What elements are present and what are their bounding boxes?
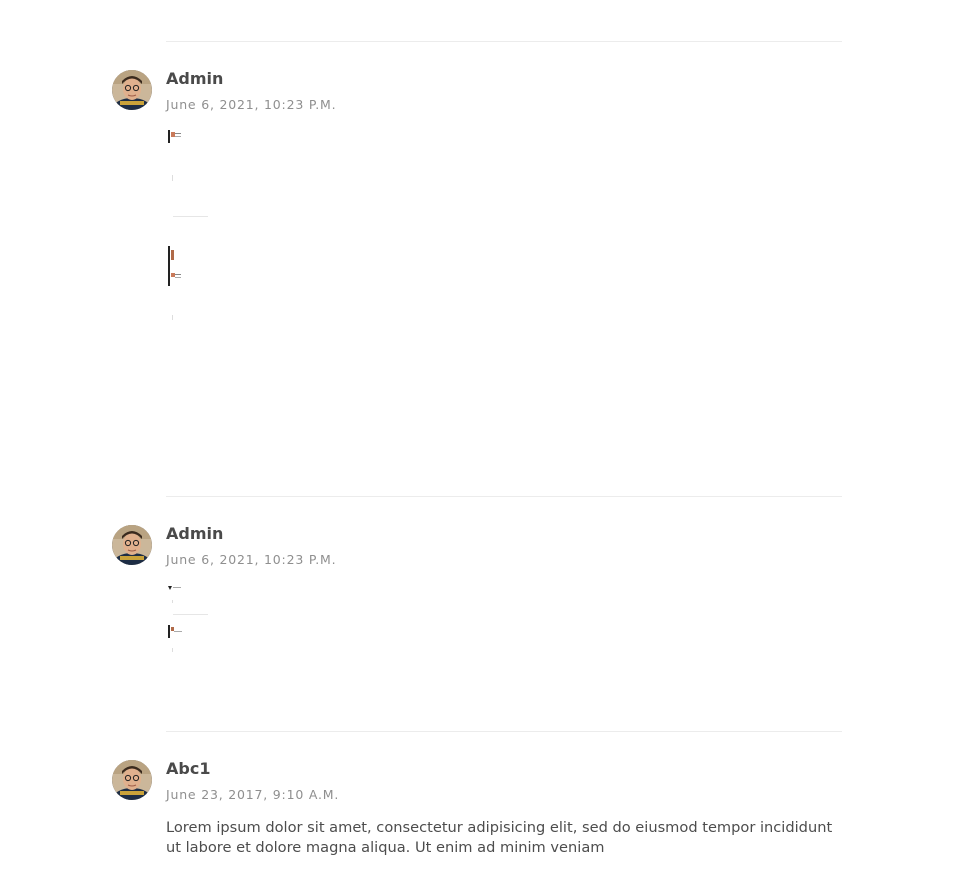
comment-date: June 23, 2017, 9:10 A.M. <box>166 787 340 802</box>
comment-divider <box>166 41 842 42</box>
comment-author[interactable]: Admin <box>166 525 223 543</box>
broken-image-icon <box>168 586 208 652</box>
person-avatar-icon <box>112 70 152 110</box>
person-avatar-icon <box>112 525 152 565</box>
comment-item: Admin June 6, 2021, 10:23 P.M. <box>112 525 842 725</box>
comment-date: June 6, 2021, 10:23 P.M. <box>166 552 337 567</box>
comment-item: Admin June 6, 2021, 10:23 P.M. <box>112 70 842 490</box>
comment-item: Abc1 June 23, 2017, 9:10 A.M. Lorem ipsu… <box>112 760 842 870</box>
comment-author[interactable]: Abc1 <box>166 760 210 778</box>
comment-date: June 6, 2021, 10:23 P.M. <box>166 97 337 112</box>
comment-embedded-content <box>168 130 218 334</box>
comment-divider <box>166 731 842 732</box>
avatar[interactable] <box>112 525 152 565</box>
comment-embedded-content <box>168 585 218 669</box>
comment-author[interactable]: Admin <box>166 70 223 88</box>
avatar[interactable] <box>112 760 152 800</box>
person-avatar-icon <box>112 760 152 800</box>
broken-image-icon <box>168 130 208 320</box>
avatar[interactable] <box>112 70 152 110</box>
comment-divider <box>166 496 842 497</box>
comment-body: Lorem ipsum dolor sit amet, consectetur … <box>166 819 833 856</box>
